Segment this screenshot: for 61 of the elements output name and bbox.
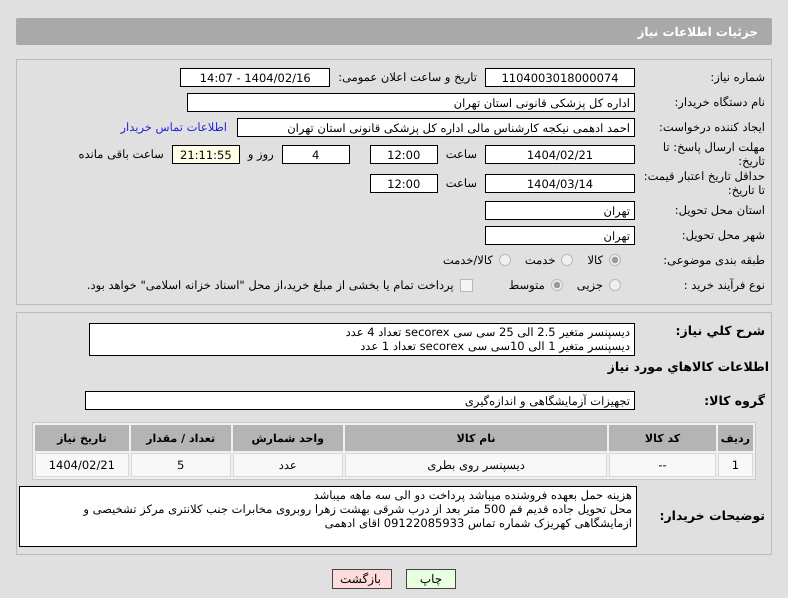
field-label: مهلت ارسال پاسخ: تا تاریخ: bbox=[662, 140, 766, 168]
buyer-field: اداره کل پزشکی قانونی استان تهران bbox=[187, 92, 635, 112]
field-label: ایجاد کننده درخواست: bbox=[658, 120, 766, 134]
print-button[interactable]: چاپ bbox=[406, 569, 456, 589]
validity-date-field: 1404/03/14 bbox=[485, 174, 635, 192]
column-header: تاریخ نیاز bbox=[35, 425, 129, 451]
radio-button[interactable] bbox=[550, 279, 563, 291]
column-header: واحد شمارش bbox=[232, 425, 343, 451]
remaining-label: ساعت باقی مانده bbox=[78, 147, 164, 161]
table-cell: 5 bbox=[130, 453, 231, 477]
time-label: ساعت bbox=[446, 176, 477, 190]
city-field: تهران bbox=[485, 226, 635, 244]
remaining-time-field: 21:11:55 bbox=[172, 144, 240, 164]
table-cell: دیسپنسر روی بطری bbox=[344, 453, 608, 477]
checkbox-label: پرداخت تمام یا بخشی از مبلغ خرید،از محل "اسناد خزانه اسلامی" خواهد بود. bbox=[86, 278, 454, 292]
radio-label: کالا/خدمت bbox=[442, 253, 493, 267]
column-header: ردیف bbox=[718, 425, 753, 451]
creator-field: احمد ادهمی نیکجه کارشناس مالی اداره کل پزشکی قانونی استان تهران bbox=[237, 118, 635, 136]
field-label: نام دستگاه خریدار: bbox=[673, 95, 766, 109]
province-field: تهران bbox=[485, 200, 635, 220]
announce-date-field: 1404/02/16 - 14:07 bbox=[180, 68, 330, 86]
field-label: گروه کالا: bbox=[703, 392, 766, 408]
radio-button[interactable] bbox=[609, 279, 621, 291]
table-cell: -- bbox=[609, 453, 716, 477]
deadline-time-field: 12:00 bbox=[370, 144, 438, 164]
field-label: شرح کلي نياز: bbox=[674, 323, 766, 338]
radio-button[interactable] bbox=[561, 254, 574, 266]
field-label: نوع فرآیند خرید : bbox=[682, 278, 766, 292]
table-cell: عدد bbox=[232, 453, 343, 477]
notes-textarea[interactable]: هزینه حمل بعهده فروشنده میباشد پرداخت دو الی سه ماهه میباشد محل تحویل جاده قدیم قم 500 متر بعد از درب شرقی بهشت زهرا روبروی مخابرات جنب کلانتری مرکز تشخیصی و ازمایشگاهی کهریزک شماره تماس 09122085933 اقای ادهمی bbox=[19, 486, 637, 547]
summary-textarea[interactable]: دیسپنسر متغیر 2.5 الی 25 سی سی secorex تعداد 4 عدد دیسپنسر متغیر 1 الی 10سی سی secorex تعداد 1 عدد bbox=[89, 323, 635, 356]
validity-time-field: 12:00 bbox=[370, 174, 438, 192]
section-heading: اطلاعات كالاهاي مورد نياز bbox=[606, 359, 770, 374]
days-field: 4 bbox=[282, 144, 350, 164]
table-cell: 1404/02/21 bbox=[35, 453, 129, 477]
days-label: روز و bbox=[248, 147, 274, 161]
field-label: توضیحات خریدار: bbox=[658, 508, 766, 523]
radio-button[interactable] bbox=[609, 254, 621, 266]
radio-button[interactable] bbox=[498, 254, 511, 266]
checkbox[interactable] bbox=[460, 278, 473, 292]
radio-label: کالا bbox=[587, 253, 603, 267]
field-label: شماره نیاز: bbox=[709, 70, 766, 84]
need-number-field: 1104003018000074 bbox=[485, 68, 635, 86]
field-label: طبقه بندی موضوعی: bbox=[662, 253, 766, 267]
buyer-contact-link[interactable]: اطلاعات تماس خریدار bbox=[120, 120, 227, 134]
deadline-date-field: 1404/02/21 bbox=[485, 144, 635, 164]
radio-label: جزیی bbox=[576, 278, 603, 292]
column-header: نام کالا bbox=[344, 425, 608, 451]
field-label: حداقل تاریخ اعتبار قیمت: تا تاریخ: bbox=[642, 169, 766, 197]
radio-label: خدمت bbox=[524, 253, 556, 267]
table-cell: 1 bbox=[718, 453, 753, 477]
column-header: کد کالا bbox=[609, 425, 716, 451]
goods-group-field: تجهیزات آزمایشگاهی و اندازه‌گیری bbox=[85, 390, 635, 410]
field-label: شهر محل تحویل: bbox=[680, 228, 766, 242]
page-title: جزئیات اطلاعات نیاز bbox=[637, 24, 758, 38]
back-button[interactable]: بازگشت bbox=[332, 569, 392, 589]
column-header: تعداد / مقدار bbox=[130, 425, 231, 451]
field-label: استان محل تحویل: bbox=[674, 203, 766, 217]
field-label: تاریخ و ساعت اعلان عمومی: bbox=[338, 70, 477, 84]
time-label: ساعت bbox=[446, 147, 477, 161]
radio-label: متوسط bbox=[508, 278, 545, 292]
